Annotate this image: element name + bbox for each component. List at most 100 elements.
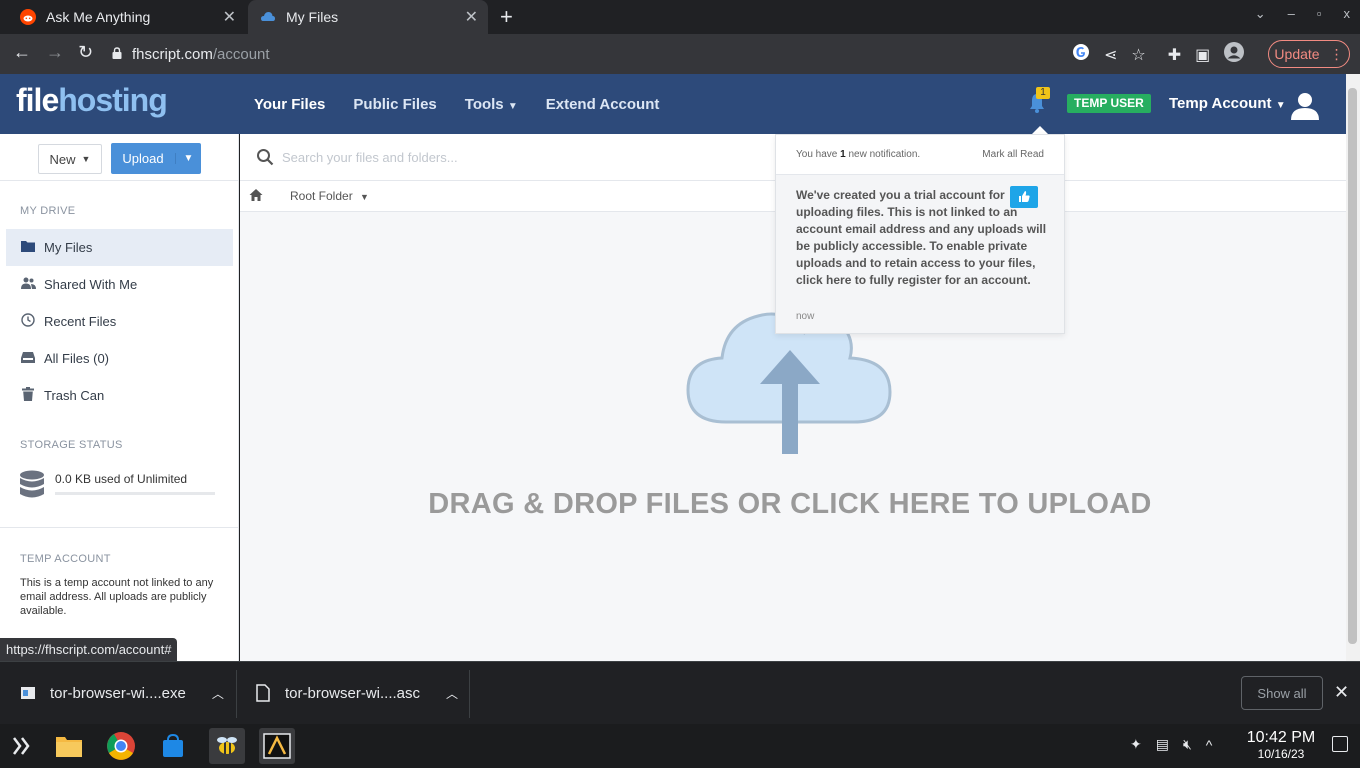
- upload-dropdown-caret-icon[interactable]: ▼: [175, 153, 201, 164]
- storage-status-heading: STORAGE STATUS: [20, 439, 123, 451]
- summary-prefix: You have: [796, 149, 841, 160]
- nav-your-files[interactable]: Your Files: [254, 96, 325, 113]
- bookmark-star-icon[interactable]: ☆: [1131, 45, 1145, 65]
- download-item[interactable]: tor-browser-wi....asc ︿: [255, 662, 458, 724]
- folder-icon: [20, 240, 36, 255]
- app-launcher-icon[interactable]: [4, 728, 40, 764]
- storage-status: 0.0 KB used of Unlimited: [20, 470, 220, 504]
- taskbar-clock[interactable]: 10:42 PM 10/16/23: [1244, 729, 1318, 761]
- notification-popover: You have 1 new notification. Mark all Re…: [775, 134, 1065, 334]
- notification-time: now: [796, 311, 815, 322]
- share-icon[interactable]: ⋖: [1104, 45, 1117, 65]
- sidebar-item-my-files[interactable]: My Files: [6, 229, 233, 266]
- browser-tab-bar: Ask Me Anything ✕ My Files ✕ + ⌄ – ▫ x: [0, 0, 1360, 34]
- scrollbar-thumb[interactable]: [1348, 88, 1357, 644]
- back-arrow-icon[interactable]: ←: [13, 42, 31, 63]
- update-button[interactable]: Update ⋮: [1268, 40, 1350, 68]
- notifications-square-icon[interactable]: [1332, 736, 1348, 752]
- clipboard-icon[interactable]: ▤: [1156, 736, 1169, 753]
- search-icon: [257, 149, 274, 166]
- storage-text: 0.0 KB used of Unlimited: [55, 472, 188, 486]
- caret-down-icon: ▼: [1275, 100, 1286, 111]
- exe-file-icon: [21, 687, 35, 699]
- account-label: Temp Account: [1169, 95, 1272, 112]
- popover-header: You have 1 new notification. Mark all Re…: [776, 135, 1064, 175]
- more-vertical-icon: ⋮: [1329, 45, 1344, 62]
- nav-extend-account[interactable]: Extend Account: [546, 96, 660, 113]
- sidebar-item-all-files[interactable]: All Files (0): [6, 340, 233, 377]
- sidebar-item-recent-files[interactable]: Recent Files: [6, 303, 233, 340]
- account-menu[interactable]: Temp Account ▼: [1169, 95, 1286, 112]
- mark-all-read-link[interactable]: Mark all Read: [982, 149, 1044, 160]
- nav-tools[interactable]: Tools ▼: [465, 96, 518, 113]
- temp-user-badge: TEMP USER: [1067, 94, 1151, 113]
- clock-date: 10/16/23: [1257, 747, 1305, 761]
- logo-part2: hosting: [58, 82, 168, 118]
- chevron-up-icon[interactable]: ︿: [212, 685, 224, 702]
- sidebar-item-label: Recent Files: [44, 314, 117, 329]
- close-icon[interactable]: ✕: [1334, 682, 1349, 703]
- clock-icon: [20, 313, 36, 330]
- sidebar-item-trash-can[interactable]: Trash Can: [6, 377, 233, 414]
- cloud-upload-icon: [260, 9, 276, 25]
- drop-zone-text[interactable]: DRAG & DROP FILES OR CLICK HERE TO UPLOA…: [240, 488, 1340, 521]
- extensions-puzzle-icon[interactable]: ✚: [1168, 45, 1181, 65]
- chevron-up-icon[interactable]: ^: [1206, 737, 1213, 753]
- sidebar-item-shared-with-me[interactable]: Shared With Me: [6, 266, 233, 303]
- side-panel-icon[interactable]: ▣: [1195, 45, 1210, 65]
- sidebar-item-label: Trash Can: [44, 388, 105, 403]
- my-drive-heading: MY DRIVE: [20, 205, 76, 217]
- terminal-app-icon[interactable]: [259, 728, 295, 764]
- volume-muted-icon[interactable]: 🔇︎: [1183, 736, 1192, 753]
- summary-suffix: new notification.: [845, 149, 921, 160]
- show-all-button[interactable]: Show all: [1241, 676, 1323, 710]
- home-icon[interactable]: [249, 188, 263, 202]
- database-icon: [20, 470, 44, 498]
- profile-avatar-icon[interactable]: [1224, 42, 1245, 67]
- bee-app-icon[interactable]: [209, 728, 245, 764]
- status-url: https://fhscript.com/account#: [0, 638, 178, 661]
- sidebar-actions: New ▼ Upload ▼: [0, 134, 238, 181]
- upload-button[interactable]: Upload ▼: [111, 143, 201, 174]
- address-bar[interactable]: fhscript.com/account: [112, 40, 1052, 68]
- forward-arrow-icon[interactable]: →: [46, 42, 64, 63]
- tab-list-chevron-icon[interactable]: ⌄: [1255, 6, 1266, 22]
- update-label: Update: [1274, 46, 1320, 62]
- site-header: filehosting Your Files Public Files Tool…: [0, 74, 1346, 134]
- maximize-icon[interactable]: ▫: [1317, 6, 1322, 22]
- caret-down-icon: ▼: [81, 154, 91, 164]
- file-manager-icon[interactable]: [51, 728, 87, 764]
- chrome-icon[interactable]: [103, 728, 139, 764]
- bee-tray-icon[interactable]: ✦: [1130, 736, 1142, 753]
- user-avatar-icon[interactable]: [1290, 90, 1320, 120]
- tab-ask-me-anything[interactable]: Ask Me Anything ✕: [8, 0, 246, 34]
- google-icon[interactable]: [1072, 43, 1090, 66]
- url-host: fhscript.com: [132, 45, 213, 63]
- breadcrumb-root-folder[interactable]: Root Folder ▼: [290, 189, 369, 203]
- new-button[interactable]: New ▼: [38, 144, 102, 174]
- sidebar-divider: [0, 527, 239, 528]
- notification-summary: You have 1 new notification.: [796, 149, 920, 160]
- close-icon[interactable]: ✕: [465, 7, 478, 27]
- download-item[interactable]: tor-browser-wi....exe ︿: [20, 662, 224, 724]
- tab-my-files[interactable]: My Files ✕: [248, 0, 488, 34]
- close-window-icon[interactable]: x: [1344, 6, 1351, 22]
- store-bag-icon[interactable]: [155, 728, 191, 764]
- chevron-up-icon[interactable]: ︿: [446, 685, 458, 702]
- new-label: New: [49, 151, 76, 167]
- url-path: /account: [212, 45, 270, 63]
- inbox-icon: [20, 351, 36, 366]
- toolbar-icons: ⋖ ☆ ✚ ▣: [1072, 42, 1245, 67]
- minimize-icon[interactable]: –: [1288, 6, 1295, 22]
- reload-icon[interactable]: ↻: [78, 42, 93, 63]
- download-separator: [236, 670, 237, 718]
- new-tab-plus-icon[interactable]: +: [500, 4, 513, 30]
- nav-public-files[interactable]: Public Files: [353, 96, 436, 113]
- search-input[interactable]: [282, 146, 762, 168]
- site-logo[interactable]: filehosting: [16, 82, 168, 119]
- os-taskbar: ✦ ▤ 🔇︎ ^ 10:42 PM 10/16/23: [0, 724, 1360, 768]
- close-icon[interactable]: ✕: [223, 7, 236, 27]
- system-tray: ✦ ▤ 🔇︎ ^: [1130, 736, 1212, 753]
- caret-down-icon: ▼: [360, 192, 369, 202]
- tab-title: Ask Me Anything: [46, 9, 151, 25]
